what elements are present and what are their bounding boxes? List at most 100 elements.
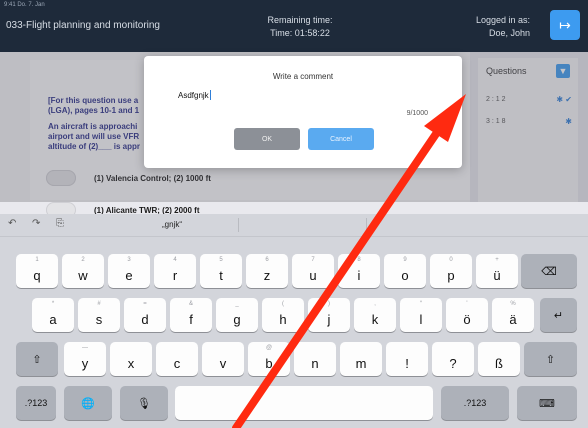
shift-icon: ⇧ [545,353,556,366]
key-alt-label: @ [265,345,273,351]
space-bar[interactable] [175,386,433,420]
key-alt-label: 8 [357,257,361,263]
comment-input-value: Asdfgnjk [178,91,209,100]
key-row1-8[interactable]: 9o [384,254,426,288]
key-row3-2[interactable]: c [156,342,198,376]
shift-key-left[interactable]: ⇧ [16,342,58,376]
suggestion-divider [366,218,367,232]
key-row1-0[interactable]: 1q [16,254,58,288]
globe-key[interactable]: 🌐 [64,386,112,420]
key-row2-5[interactable]: (h [262,298,304,332]
key-row2-9[interactable]: ' ö [446,298,488,332]
key-label: ü [493,268,501,283]
key-row2-1[interactable]: # s [78,298,120,332]
key-row2-3[interactable]: & f [170,298,212,332]
key-row1-7[interactable]: 8i [338,254,380,288]
key-label: q [33,268,41,283]
key-label: ? [449,356,457,371]
key-label: ! [405,356,409,371]
dialog-title: Write a comment [272,72,334,81]
key-label: j [327,312,331,327]
return-icon: ↵ [553,309,564,322]
key-row2-10[interactable]: % ä [492,298,534,332]
key-alt-label: 9 [403,257,407,263]
key-row3-8[interactable]: ? [432,342,474,376]
key-row3-0[interactable]: — y [64,342,106,376]
key-row1-1[interactable]: 2w [62,254,104,288]
key-label: n [311,356,319,371]
key-alt-label: 5 [219,257,223,263]
globe-icon: 🌐 [81,397,95,410]
delete-key[interactable]: ⌫ [521,254,577,288]
logout-button[interactable]: ↦ [550,10,580,40]
suggestion-word[interactable]: „gnjk“ [162,220,182,229]
undo-icon[interactable]: ↶ [8,218,16,229]
key-alt-label: 7 [311,257,315,263]
remaining-value: Time: 01:58:22 [270,28,330,38]
redo-icon[interactable]: ↷ [32,218,40,229]
clipboard-icon[interactable]: ⎘ [56,218,64,229]
cancel-button[interactable]: Cancel [308,128,374,150]
key-row2-6[interactable]: ) j [308,298,350,332]
key-row3-5[interactable]: n [294,342,336,376]
key-row2-8[interactable]: “l [400,298,442,332]
key-row1-3[interactable]: 4r [154,254,196,288]
key-row1-9[interactable]: 0p [430,254,472,288]
key-row3-4[interactable]: @ b [248,342,290,376]
key-label: p [447,268,455,283]
dictation-key[interactable]: 🎙 [120,386,168,420]
key-label: s [95,312,103,327]
key-label: a [49,312,57,327]
key-row1-4[interactable]: 5t [200,254,242,288]
key-alt-label: ‚ [374,301,376,307]
numbers-key-right[interactable]: .?123 [441,386,509,420]
key-label: l [419,312,423,327]
key-label: i [357,268,361,283]
hide-keyboard-key[interactable]: ⌨ [517,386,577,420]
key-row2-7[interactable]: ‚ k [354,298,396,332]
numbers-key-left[interactable]: .?123 [16,386,56,420]
comment-input[interactable]: Asdfgnjk [178,90,211,100]
return-key[interactable]: ↵ [540,298,577,332]
key-label: e [125,268,133,283]
app-title: 033-Flight planning and monitoring [6,20,160,31]
key-label: ä [509,312,517,327]
shift-icon: ⇧ [32,353,42,366]
key-row3-9[interactable]: ß [478,342,520,376]
key-row3-6[interactable]: m [340,342,382,376]
key-label: k [371,312,379,327]
key-alt-label: 2 [81,257,85,263]
character-counter: 9/1000 [406,110,428,117]
ok-button[interactable]: OK [234,128,300,150]
comment-dialog: Write a comment Asdfgnjk 9/1000 OK Cance… [144,56,462,168]
key-label: o [401,268,409,283]
key-alt-label: 6 [265,257,269,263]
key-label: r [172,268,178,283]
key-row3-1[interactable]: x [110,342,152,376]
remaining-label: Remaining time: [267,15,333,25]
key-row1-10[interactable]: + ü [476,254,518,288]
key-row2-4[interactable]: _ g [216,298,258,332]
key-alt-label: 0 [449,257,453,263]
app-header: 9:41 Do. 7. Jan 033-Flight planning and … [0,0,588,52]
key-label: g [233,312,241,327]
key-row2-0[interactable]: * a [32,298,74,332]
text-cursor [209,90,211,100]
key-label: v [219,356,227,371]
key-alt-label: = [143,301,147,307]
key-label: c [173,356,181,371]
key-row1-6[interactable]: 7u [292,254,334,288]
key-row3-7[interactable]: ! [386,342,428,376]
key-label: t [219,268,223,283]
backspace-icon: ⌫ [541,265,557,278]
key-alt-label: — [82,345,88,351]
key-label: y [81,356,89,371]
key-label: d [141,312,149,327]
key-row3-3[interactable]: v [202,342,244,376]
shift-key-right[interactable]: ⇧ [524,342,577,376]
key-row1-5[interactable]: 6z [246,254,288,288]
key-row1-2[interactable]: 3e [108,254,150,288]
logged-label: Logged in as: [475,15,530,25]
key-label: m [355,356,367,371]
key-row2-2[interactable]: = d [124,298,166,332]
